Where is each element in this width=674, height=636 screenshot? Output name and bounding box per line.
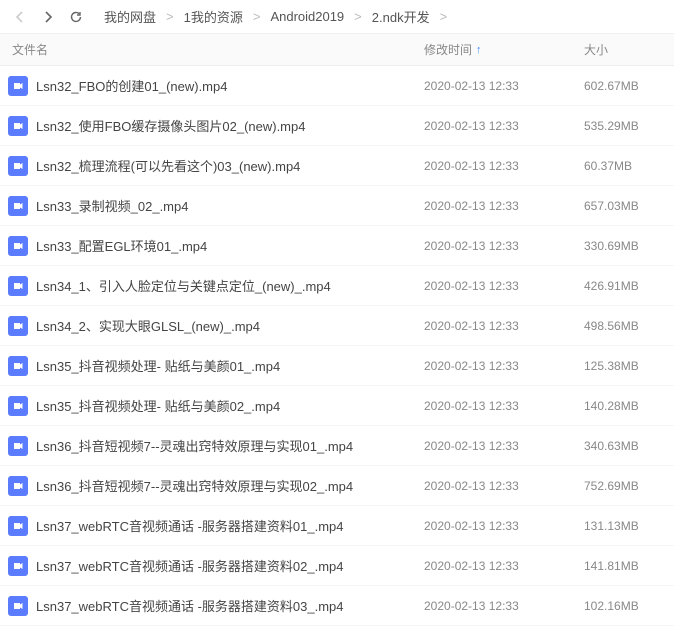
file-size: 340.63MB — [584, 439, 674, 453]
file-name: Lsn34_1、引入人脸定位与关键点定位_(new)_.mp4 — [36, 276, 424, 295]
chevron-right-icon: > — [438, 9, 450, 24]
file-row[interactable]: Lsn34_2、实现大眼GLSL_(new)_.mp42020-02-13 12… — [0, 306, 674, 346]
breadcrumb-item[interactable]: Android2019 — [264, 7, 350, 26]
file-row[interactable]: Lsn34_1、引入人脸定位与关键点定位_(new)_.mp42020-02-1… — [0, 266, 674, 306]
chevron-right-icon: > — [251, 9, 263, 24]
file-row[interactable]: Lsn36_抖音短视频7--灵魂出窍特效原理与实现02_.mp42020-02-… — [0, 466, 674, 506]
file-size: 102.16MB — [584, 599, 674, 613]
file-name: Lsn32_梳理流程(可以先看这个)03_(new).mp4 — [36, 156, 424, 175]
file-size: 426.91MB — [584, 279, 674, 293]
breadcrumb: 我的网盘 > 1我的资源 > Android2019 > 2.ndk开发 > — [98, 5, 449, 28]
file-name: Lsn37_webRTC音视频通话 -服务器搭建资料02_.mp4 — [36, 556, 424, 575]
file-date: 2020-02-13 12:33 — [424, 559, 584, 573]
breadcrumb-item[interactable]: 1我的资源 — [178, 5, 249, 28]
file-name: Lsn37_webRTC音视频通话 -服务器搭建资料01_.mp4 — [36, 516, 424, 535]
chevron-right-icon: > — [164, 9, 176, 24]
file-size: 60.37MB — [584, 159, 674, 173]
file-date: 2020-02-13 12:33 — [424, 599, 584, 613]
file-name: Lsn36_抖音短视频7--灵魂出窍特效原理与实现02_.mp4 — [36, 476, 424, 495]
file-name: Lsn32_使用FBO缓存摄像头图片02_(new).mp4 — [36, 116, 424, 135]
refresh-button[interactable] — [64, 5, 88, 29]
file-name: Lsn35_抖音视频处理- 贴纸与美颜02_.mp4 — [36, 396, 424, 415]
file-size: 131.13MB — [584, 519, 674, 533]
file-date: 2020-02-13 12:33 — [424, 159, 584, 173]
file-row[interactable]: Lsn36_抖音短视频7--灵魂出窍特效原理与实现01_.mp42020-02-… — [0, 426, 674, 466]
file-date: 2020-02-13 12:33 — [424, 479, 584, 493]
breadcrumb-item[interactable]: 2.ndk开发 — [366, 5, 436, 28]
file-date: 2020-02-13 12:33 — [424, 199, 584, 213]
file-row[interactable]: Lsn35_抖音视频处理- 贴纸与美颜01_.mp42020-02-13 12:… — [0, 346, 674, 386]
column-header-name[interactable]: 文件名 — [0, 41, 424, 58]
file-size: 498.56MB — [584, 319, 674, 333]
forward-button[interactable] — [36, 5, 60, 29]
file-name: Lsn33_配置EGL环境01_.mp4 — [36, 236, 424, 255]
video-file-icon — [8, 396, 28, 416]
video-file-icon — [8, 196, 28, 216]
file-size: 535.29MB — [584, 119, 674, 133]
file-row[interactable]: Lsn37_webRTC音视频通话 -服务器搭建资料02_.mp42020-02… — [0, 546, 674, 586]
column-header-size[interactable]: 大小 — [584, 41, 674, 58]
video-file-icon — [8, 516, 28, 536]
file-date: 2020-02-13 12:33 — [424, 279, 584, 293]
file-date: 2020-02-13 12:33 — [424, 119, 584, 133]
file-date: 2020-02-13 12:33 — [424, 319, 584, 333]
file-name: Lsn34_2、实现大眼GLSL_(new)_.mp4 — [36, 316, 424, 335]
file-date: 2020-02-13 12:33 — [424, 359, 584, 373]
file-date: 2020-02-13 12:33 — [424, 239, 584, 253]
file-list: Lsn32_FBO的创建01_(new).mp42020-02-13 12:33… — [0, 66, 674, 626]
file-size: 330.69MB — [584, 239, 674, 253]
video-file-icon — [8, 316, 28, 336]
sort-up-icon: ↑ — [476, 44, 482, 56]
video-file-icon — [8, 436, 28, 456]
file-row[interactable]: Lsn37_webRTC音视频通话 -服务器搭建资料03_.mp42020-02… — [0, 586, 674, 626]
video-file-icon — [8, 476, 28, 496]
video-file-icon — [8, 116, 28, 136]
file-row[interactable]: Lsn32_梳理流程(可以先看这个)03_(new).mp42020-02-13… — [0, 146, 674, 186]
breadcrumb-item[interactable]: 我的网盘 — [98, 5, 162, 28]
file-row[interactable]: Lsn32_FBO的创建01_(new).mp42020-02-13 12:33… — [0, 66, 674, 106]
video-file-icon — [8, 236, 28, 256]
video-file-icon — [8, 76, 28, 96]
chevron-right-icon: > — [352, 9, 364, 24]
video-file-icon — [8, 156, 28, 176]
file-row[interactable]: Lsn32_使用FBO缓存摄像头图片02_(new).mp42020-02-13… — [0, 106, 674, 146]
file-row[interactable]: Lsn37_webRTC音视频通话 -服务器搭建资料01_.mp42020-02… — [0, 506, 674, 546]
video-file-icon — [8, 276, 28, 296]
column-header-row: 文件名 修改时间 ↑ 大小 — [0, 34, 674, 66]
back-button[interactable] — [8, 5, 32, 29]
file-row[interactable]: Lsn33_配置EGL环境01_.mp42020-02-13 12:33330.… — [0, 226, 674, 266]
file-size: 657.03MB — [584, 199, 674, 213]
file-size: 140.28MB — [584, 399, 674, 413]
video-file-icon — [8, 596, 28, 616]
file-name: Lsn33_录制视频_02_.mp4 — [36, 196, 424, 215]
column-header-date[interactable]: 修改时间 ↑ — [424, 41, 584, 58]
file-name: Lsn36_抖音短视频7--灵魂出窍特效原理与实现01_.mp4 — [36, 436, 424, 455]
file-name: Lsn37_webRTC音视频通话 -服务器搭建资料03_.mp4 — [36, 596, 424, 615]
file-date: 2020-02-13 12:33 — [424, 399, 584, 413]
column-header-date-label: 修改时间 — [424, 41, 472, 58]
topbar: 我的网盘 > 1我的资源 > Android2019 > 2.ndk开发 > — [0, 0, 674, 34]
file-size: 125.38MB — [584, 359, 674, 373]
file-size: 141.81MB — [584, 559, 674, 573]
file-name: Lsn35_抖音视频处理- 贴纸与美颜01_.mp4 — [36, 356, 424, 375]
file-size: 602.67MB — [584, 79, 674, 93]
video-file-icon — [8, 556, 28, 576]
file-date: 2020-02-13 12:33 — [424, 439, 584, 453]
file-size: 752.69MB — [584, 479, 674, 493]
file-row[interactable]: Lsn33_录制视频_02_.mp42020-02-13 12:33657.03… — [0, 186, 674, 226]
file-date: 2020-02-13 12:33 — [424, 519, 584, 533]
file-date: 2020-02-13 12:33 — [424, 79, 584, 93]
video-file-icon — [8, 356, 28, 376]
file-row[interactable]: Lsn35_抖音视频处理- 贴纸与美颜02_.mp42020-02-13 12:… — [0, 386, 674, 426]
file-name: Lsn32_FBO的创建01_(new).mp4 — [36, 76, 424, 95]
